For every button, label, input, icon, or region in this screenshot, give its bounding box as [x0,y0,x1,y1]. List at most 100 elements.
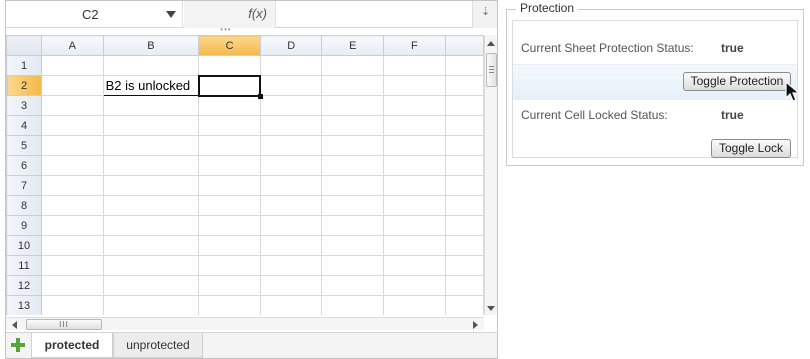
row-header-10[interactable]: 10 [6,235,43,256]
row-header-9[interactable]: 9 [6,215,43,236]
cell-f8[interactable] [383,195,446,216]
cell-e9[interactable] [321,215,385,236]
cell-d13[interactable] [259,295,323,315]
column-header-a[interactable]: A [41,35,104,56]
select-all-corner[interactable] [6,35,43,56]
cell-g9[interactable] [444,215,484,236]
cell-c4[interactable] [198,115,261,136]
cell-b12[interactable] [102,275,200,296]
row-header-13[interactable]: 13 [6,295,43,315]
cell-g2[interactable] [444,75,484,96]
cell-b3[interactable] [102,95,200,116]
cell-f3[interactable] [383,95,446,116]
cell-g7[interactable] [444,175,484,196]
cell-e7[interactable] [321,175,385,196]
row-header-3[interactable]: 3 [6,95,43,116]
column-header-e[interactable]: E [321,35,385,56]
cell-a4[interactable] [41,115,104,136]
cell-grid[interactable]: A B C D E F 1 2 B2 is unlocked 3 4 5 6 7 8 9 10 11 1… [6,35,484,315]
column-header-b[interactable]: B [102,35,200,56]
cell-a3[interactable] [41,95,104,116]
cell-b5[interactable] [102,135,200,156]
column-header-c[interactable]: C [198,35,261,56]
cell-e12[interactable] [321,275,385,296]
cell-f10[interactable] [383,235,446,256]
cell-a1[interactable] [41,55,104,76]
row-header-11[interactable]: 11 [6,255,43,276]
cell-e11[interactable] [321,255,385,276]
cell-g4[interactable] [444,115,484,136]
tab-protected[interactable]: protected [31,333,113,358]
cell-f12[interactable] [383,275,446,296]
cell-f5[interactable] [383,135,446,156]
cell-f2[interactable] [383,75,446,96]
formula-input[interactable] [277,1,472,28]
cell-a9[interactable] [41,215,104,236]
cell-d2[interactable] [259,75,323,96]
cell-e4[interactable] [321,115,385,136]
cell-g1[interactable] [444,55,484,76]
dropdown-caret-icon[interactable] [166,11,176,18]
cell-b13[interactable] [102,295,200,315]
toggle-protection-button[interactable]: Toggle Protection [683,72,791,91]
cell-e8[interactable] [321,195,385,216]
cell-d7[interactable] [259,175,323,196]
row-header-12[interactable]: 12 [6,275,43,296]
cell-a5[interactable] [41,135,104,156]
vertical-scrollbar[interactable] [484,35,497,315]
cell-g3[interactable] [444,95,484,116]
row-header-7[interactable]: 7 [6,175,43,196]
row-header-5[interactable]: 5 [6,135,43,156]
cell-a12[interactable] [41,275,104,296]
cell-b4[interactable] [102,115,200,136]
cell-f11[interactable] [383,255,446,276]
cell-e5[interactable] [321,135,385,156]
cell-d3[interactable] [259,95,323,116]
row-header-1[interactable]: 1 [6,55,43,76]
cell-f13[interactable] [383,295,446,315]
fx-button[interactable]: f(x) [184,1,276,28]
cell-g8[interactable] [444,195,484,216]
cell-c11[interactable] [198,255,261,276]
cell-d8[interactable] [259,195,323,216]
cell-b8[interactable] [102,195,200,216]
row-header-8[interactable]: 8 [6,195,43,216]
cell-d1[interactable] [259,55,323,76]
cell-b2[interactable]: B2 is unlocked [102,75,200,96]
column-header-f[interactable]: F [383,35,446,56]
cell-d5[interactable] [259,135,323,156]
cell-c10[interactable] [198,235,261,256]
formula-splitter[interactable]: ••• [211,26,241,34]
cell-d10[interactable] [259,235,323,256]
column-header-g[interactable] [444,35,484,56]
cell-d12[interactable] [259,275,323,296]
vertical-scroll-thumb[interactable] [486,53,497,87]
row-header-4[interactable]: 4 [6,115,43,136]
cell-a2[interactable] [41,75,104,96]
cell-c3[interactable] [198,95,261,116]
row-header-6[interactable]: 6 [6,155,43,176]
cell-a10[interactable] [41,235,104,256]
column-header-d[interactable]: D [259,35,323,56]
cell-b11[interactable] [102,255,200,276]
cell-a13[interactable] [41,295,104,315]
cell-f9[interactable] [383,215,446,236]
cell-c13[interactable] [198,295,261,315]
cell-e6[interactable] [321,155,385,176]
cell-g10[interactable] [444,235,484,256]
cell-f1[interactable] [383,55,446,76]
cell-c9[interactable] [198,215,261,236]
cell-c12[interactable] [198,275,261,296]
tab-unprotected[interactable]: unprotected [113,333,203,358]
scroll-up-icon[interactable] [487,41,495,46]
cell-d11[interactable] [259,255,323,276]
name-box[interactable]: C2 [6,1,183,28]
cell-c6[interactable] [198,155,261,176]
cell-b9[interactable] [102,215,200,236]
row-header-2[interactable]: 2 [6,75,43,96]
cell-f6[interactable] [383,155,446,176]
add-sheet-icon[interactable] [10,337,26,353]
cell-d6[interactable] [259,155,323,176]
cell-c1[interactable] [198,55,261,76]
cell-b10[interactable] [102,235,200,256]
